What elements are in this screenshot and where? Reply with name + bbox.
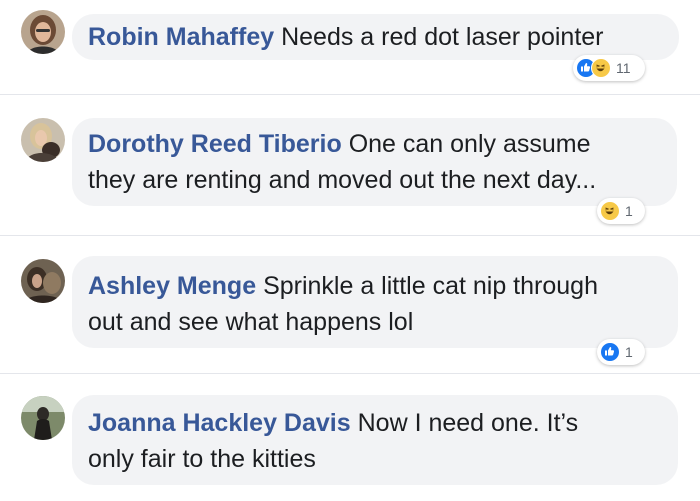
reactions-summary[interactable]: 11 xyxy=(573,55,645,81)
comment: Robin Mahaffey Needs a red dot laser poi… xyxy=(0,0,700,95)
reaction-count: 1 xyxy=(625,344,633,360)
comment-text: One can only assume xyxy=(348,130,591,158)
comment-text: they are renting and moved out the next … xyxy=(88,166,597,194)
comment-text: Sprinkle a little cat nip through xyxy=(263,272,598,300)
avatar-photo-icon xyxy=(21,396,65,440)
comment: Dorothy Reed Tiberio One can only assume… xyxy=(0,95,700,236)
comment-author-link[interactable]: Ashley Menge xyxy=(88,272,256,300)
comment-bubble: Ashley Menge Sprinkle a little cat nip t… xyxy=(72,256,678,348)
comment-text: Needs a red dot laser pointer xyxy=(281,23,604,51)
haha-reaction-icon xyxy=(591,58,611,78)
reactions-summary[interactable]: 1 xyxy=(597,198,645,224)
comment-text: only fair to the kitties xyxy=(88,445,316,473)
comment: Ashley Menge Sprinkle a little cat nip t… xyxy=(0,236,700,374)
avatar-photo-icon xyxy=(21,259,65,303)
reactions-summary[interactable]: 1 xyxy=(597,339,645,365)
comment-author-link[interactable]: Joanna Hackley Davis xyxy=(88,409,351,437)
avatar[interactable] xyxy=(21,396,65,440)
haha-reaction-icon xyxy=(600,201,620,221)
comment-author-link[interactable]: Robin Mahaffey xyxy=(88,23,274,51)
comment-bubble: Dorothy Reed Tiberio One can only assume… xyxy=(72,118,677,206)
reaction-count: 1 xyxy=(625,203,633,219)
comment-bubble: Joanna Hackley Davis Now I need one. It’… xyxy=(72,395,678,485)
avatar[interactable] xyxy=(21,118,65,162)
comment-bubble: Robin Mahaffey Needs a red dot laser poi… xyxy=(72,14,679,60)
comment-text: Now I need one. It’s xyxy=(357,409,579,437)
comment-text: out and see what happens lol xyxy=(88,308,414,336)
avatar-photo-icon xyxy=(21,10,65,54)
avatar[interactable] xyxy=(21,259,65,303)
avatar-photo-icon xyxy=(21,118,65,162)
like-reaction-icon xyxy=(600,342,620,362)
avatar[interactable] xyxy=(21,10,65,54)
reaction-count: 11 xyxy=(616,60,631,76)
comment-author-link[interactable]: Dorothy Reed Tiberio xyxy=(88,130,342,158)
comment: Joanna Hackley Davis Now I need one. It’… xyxy=(0,374,700,501)
